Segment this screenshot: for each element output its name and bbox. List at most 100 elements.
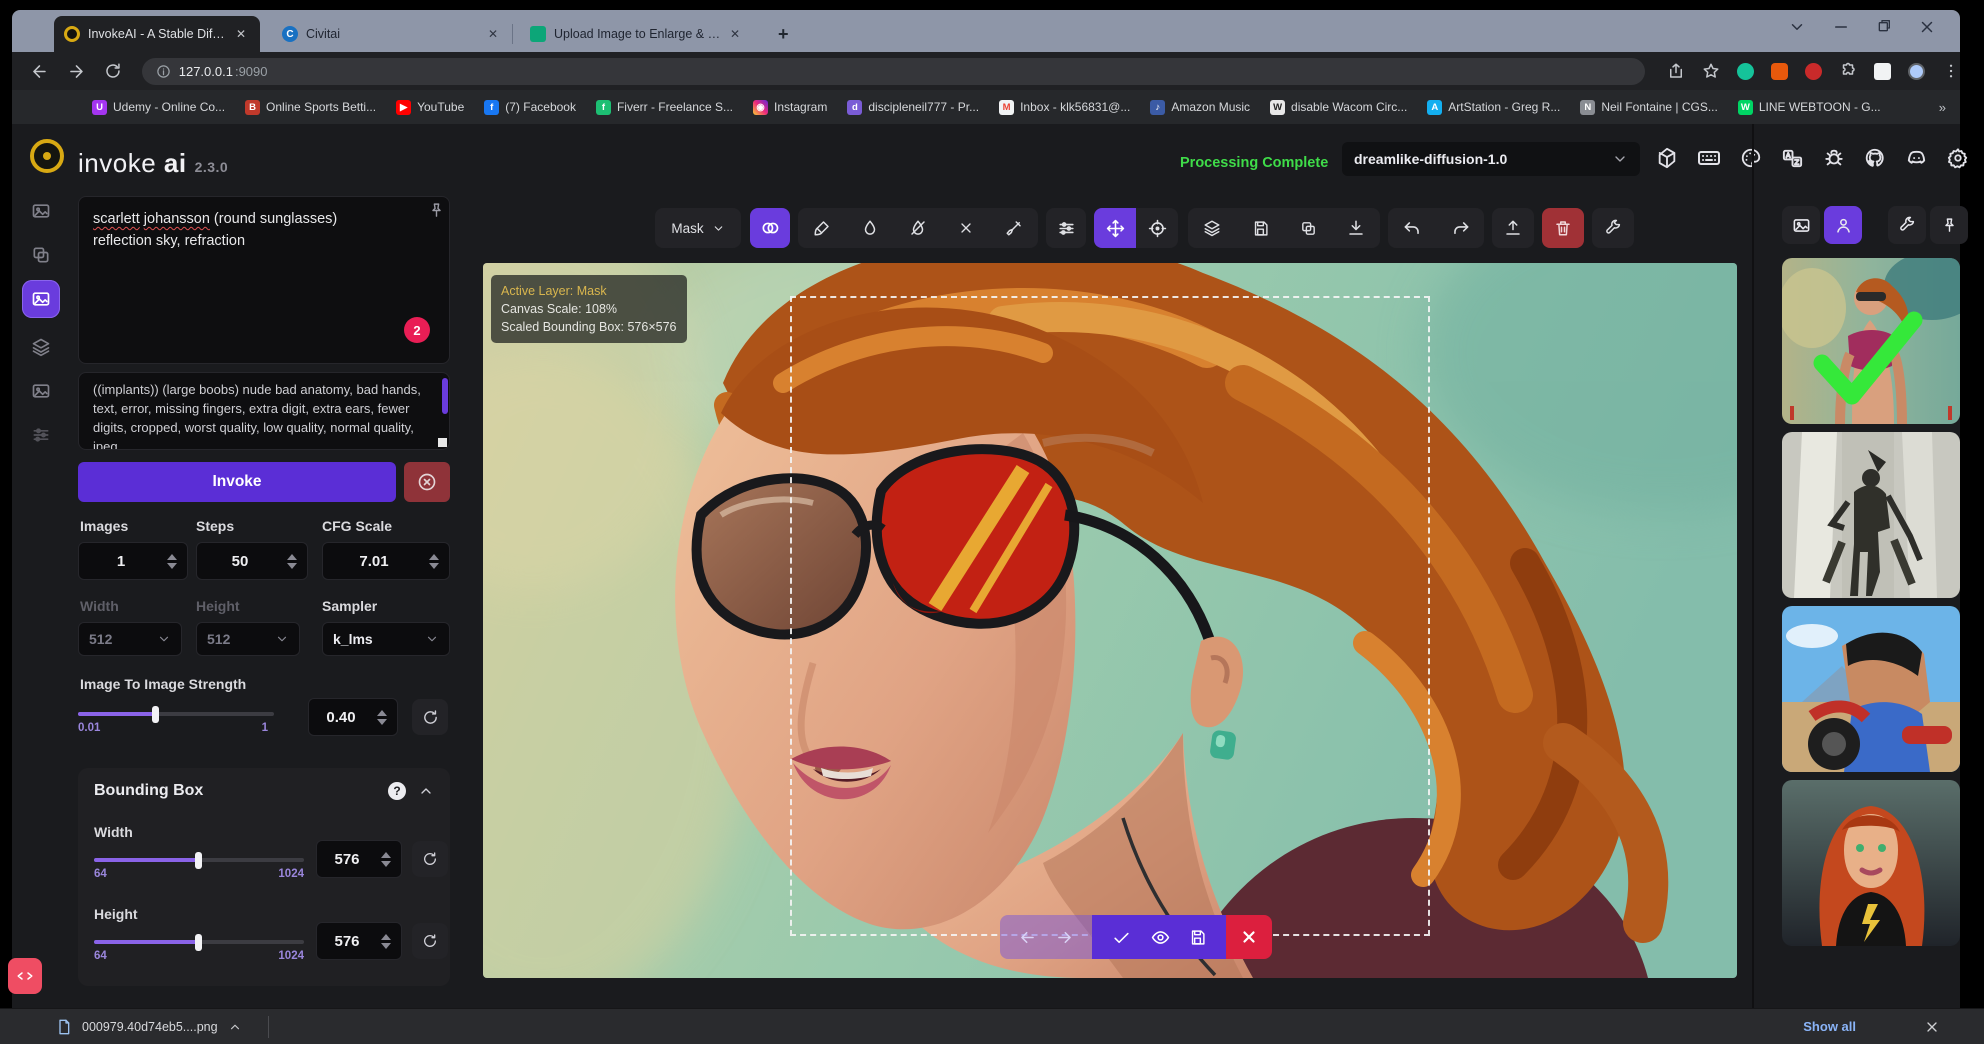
tab-image-to-image[interactable] — [22, 236, 60, 274]
clear-canvas-button[interactable] — [1542, 208, 1584, 248]
collapse-chevron-icon[interactable] — [418, 783, 434, 799]
mask-options-button[interactable] — [750, 208, 790, 248]
bbox-height-reset-button[interactable] — [412, 923, 448, 959]
model-manager-cube-icon[interactable] — [1656, 147, 1678, 169]
bbox-width-reset-button[interactable] — [412, 841, 448, 877]
images-input[interactable]: 1 — [78, 542, 188, 580]
tab-nodes[interactable] — [22, 328, 60, 366]
close-downloads-icon[interactable] — [1924, 1019, 1940, 1035]
previous-image-icon[interactable] — [1018, 928, 1037, 947]
theme-palette-icon[interactable] — [1740, 147, 1762, 169]
color-picker-button[interactable] — [990, 219, 1038, 237]
close-window-icon[interactable] — [1918, 18, 1936, 36]
prompt-input[interactable]: scarlett johansson (round sunglasses) re… — [78, 196, 450, 364]
eraser-tool-button[interactable] — [846, 219, 894, 237]
back-icon[interactable] — [30, 62, 49, 81]
tab-close-icon[interactable]: ✕ — [236, 27, 246, 41]
save-staging-icon[interactable] — [1189, 929, 1206, 946]
github-icon[interactable] — [1864, 147, 1886, 169]
steps-stepper[interactable] — [283, 554, 301, 569]
tab-upload-image[interactable]: Upload Image to Enlarge & Enha ✕ — [520, 16, 758, 52]
bookmark-disciple[interactable]: ddiscipleneil777 - Pr... — [847, 100, 979, 115]
tab-text-to-image[interactable] — [22, 192, 60, 230]
negative-prompt-resize-handle[interactable] — [438, 438, 447, 447]
site-info-icon[interactable] — [156, 64, 171, 79]
url-bar[interactable]: 127.0.0.1:9090 — [142, 58, 1645, 85]
bookmark-webtoon[interactable]: WLINE WEBTOON - G... — [1738, 100, 1881, 115]
strength-input[interactable]: 0.40 — [308, 698, 398, 736]
discard-staging-button[interactable] — [1226, 915, 1272, 959]
download-chevron-up-icon[interactable] — [228, 1020, 242, 1034]
cfg-stepper[interactable] — [425, 554, 443, 569]
gallery-user-button[interactable] — [1824, 206, 1862, 244]
clear-mask-button[interactable] — [942, 220, 990, 236]
download-item[interactable]: 000979.40d74eb5....png — [56, 1019, 242, 1035]
strength-reset-button[interactable] — [412, 699, 448, 735]
steps-input[interactable]: 50 — [196, 542, 308, 580]
extension-icon[interactable] — [1771, 63, 1788, 80]
erase-mask-button[interactable] — [894, 219, 942, 237]
bookmark-amazon-music[interactable]: ♪Amazon Music — [1150, 100, 1250, 115]
bookmark-neil-fontaine[interactable]: NNeil Fontaine | CGS... — [1580, 100, 1718, 115]
language-translate-icon[interactable] — [1781, 147, 1804, 170]
show-hide-eye-icon[interactable] — [1151, 928, 1170, 947]
grammarly-extension-icon[interactable] — [1737, 63, 1754, 80]
bounding-box-selection[interactable] — [790, 296, 1430, 936]
width-select[interactable]: 512 — [78, 622, 182, 656]
tab-post-processing[interactable] — [22, 372, 60, 410]
adblock-extension-icon[interactable] — [1805, 63, 1822, 80]
bookmark-instagram[interactable]: ◉Instagram — [753, 100, 827, 115]
report-bug-icon[interactable] — [1823, 147, 1845, 169]
cancel-button[interactable] — [404, 462, 450, 502]
hotkeys-keyboard-icon[interactable] — [1697, 146, 1721, 170]
merge-visible-button[interactable] — [1188, 219, 1236, 237]
gallery-pin-button[interactable] — [1930, 206, 1968, 244]
canvas-area[interactable]: Active Layer: Mask Canvas Scale: 108% Sc… — [483, 263, 1737, 978]
tab-unified-canvas[interactable] — [22, 280, 60, 318]
brush-options-button[interactable] — [1046, 208, 1086, 248]
tab-civitai[interactable]: C Civitai ✕ — [272, 16, 508, 52]
browser-kebab-menu-icon[interactable] — [1942, 62, 1960, 80]
tab-training[interactable] — [22, 416, 60, 454]
strength-slider[interactable]: 0.01 1 — [78, 700, 274, 730]
discord-icon[interactable] — [1905, 147, 1928, 170]
bookmark-facebook[interactable]: f(7) Facebook — [484, 100, 576, 115]
restore-window-icon[interactable] — [1876, 18, 1892, 34]
bookmark-artstation[interactable]: AArtStation - Greg R... — [1427, 100, 1560, 115]
tab-close-icon[interactable]: ✕ — [730, 27, 740, 41]
bbox-width-slider[interactable]: 64 1024 — [94, 852, 304, 878]
bookmark-inbox[interactable]: MInbox - klk56831@... — [999, 100, 1130, 115]
move-tool-button[interactable] — [1094, 208, 1136, 248]
tab-invokeai[interactable]: InvokeAI - A Stable Diffusion Too ✕ — [54, 16, 260, 52]
bbox-height-stepper[interactable] — [377, 934, 395, 949]
notes-extension-icon[interactable] — [1874, 63, 1891, 80]
new-tab-button[interactable]: + — [778, 24, 789, 45]
sampler-select[interactable]: k_lms — [322, 622, 450, 656]
cfg-scale-input[interactable]: 7.01 — [322, 542, 450, 580]
bookmark-youtube[interactable]: ▶YouTube — [396, 100, 464, 115]
gallery-thumbnail[interactable] — [1782, 432, 1960, 598]
undo-button[interactable] — [1388, 219, 1436, 238]
save-to-gallery-button[interactable] — [1236, 220, 1284, 237]
model-select[interactable]: dreamlike-diffusion-1.0 — [1342, 142, 1640, 176]
puzzle-extensions-icon[interactable] — [1839, 62, 1857, 80]
gallery-thumbnail[interactable] — [1782, 780, 1960, 946]
bbox-width-input[interactable]: 576 — [316, 840, 402, 878]
tab-close-icon[interactable]: ✕ — [488, 27, 498, 41]
browser-menu-chevron-icon[interactable] — [1788, 18, 1806, 36]
redo-button[interactable] — [1436, 219, 1484, 238]
pin-options-icon[interactable] — [428, 202, 445, 219]
bbox-width-stepper[interactable] — [377, 852, 395, 867]
bookmark-sports[interactable]: BOnline Sports Betti... — [245, 100, 376, 115]
gallery-thumbnail-selected[interactable] — [1782, 258, 1960, 424]
upload-button[interactable] — [1492, 208, 1534, 248]
gallery-images-button[interactable] — [1782, 206, 1820, 244]
bbox-height-input[interactable]: 576 — [316, 922, 402, 960]
forward-icon[interactable] — [67, 62, 86, 81]
help-icon[interactable]: ? — [388, 782, 406, 800]
show-all-link[interactable]: Show all — [1803, 1019, 1856, 1034]
settings-gear-icon[interactable] — [1947, 147, 1969, 169]
download-image-button[interactable] — [1332, 219, 1380, 237]
gallery-settings-button[interactable] — [1888, 206, 1926, 244]
layer-select[interactable]: Mask — [655, 208, 741, 248]
